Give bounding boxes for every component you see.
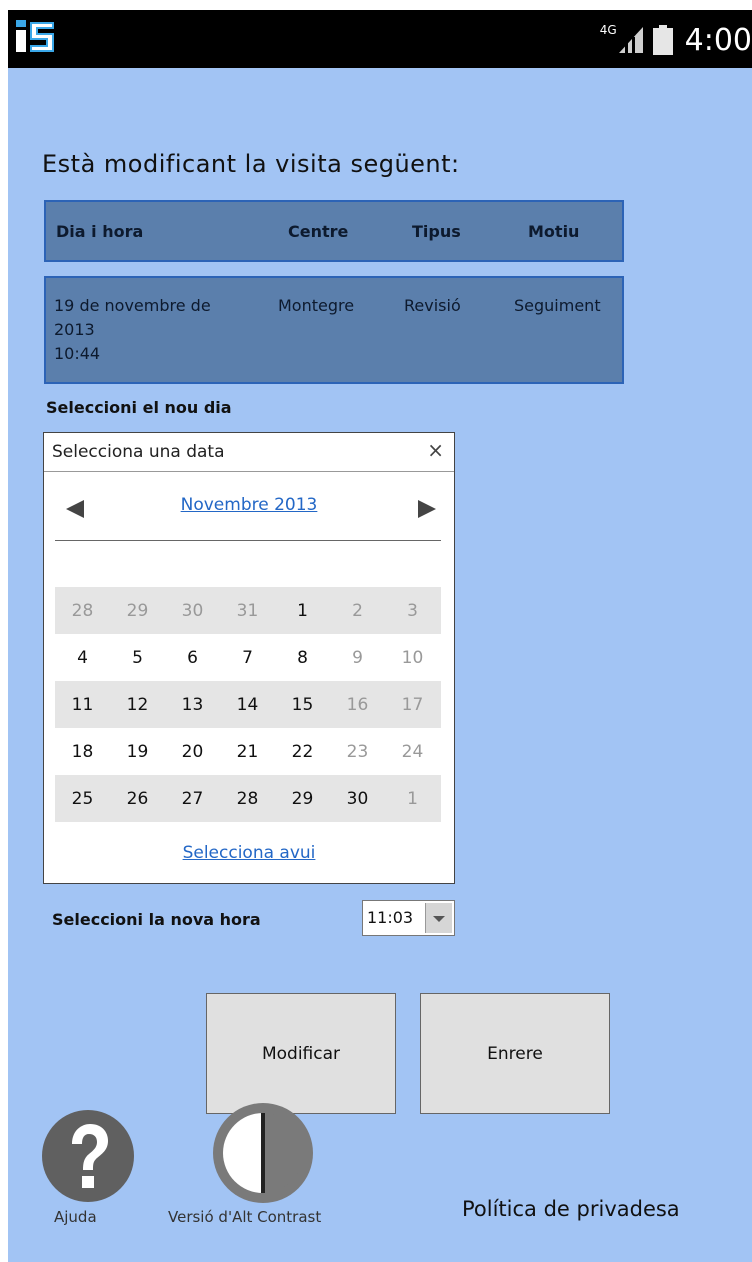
calendar-day[interactable]: 16: [330, 695, 385, 715]
calendar-grid: 28 29 30 31 1 2 3 4 5 6 7 8 9 10 11 12 1…: [55, 587, 441, 822]
cell-time: 10:44: [54, 344, 101, 363]
cell-date: 19 de novembre de 2013 10:44: [54, 294, 211, 366]
calendar-day[interactable]: 12: [110, 695, 165, 715]
page-heading: Està modificant la visita següent:: [42, 150, 460, 178]
calendar-day[interactable]: 28: [220, 789, 275, 809]
chevron-down-icon: [433, 916, 445, 922]
privacy-link[interactable]: Política de privadesa: [462, 1197, 680, 1221]
calendar-week: 28 29 30 31 1 2 3: [55, 587, 441, 634]
select-today-link[interactable]: Selecciona avui: [44, 843, 454, 863]
phone-screen: 4G 4:00 Està modificant la visita següen…: [8, 10, 752, 1262]
select-hour-label: Seleccioni la nova hora: [52, 910, 261, 929]
back-button[interactable]: Enrere: [420, 993, 610, 1114]
calendar-day[interactable]: 11: [55, 695, 110, 715]
header-centre: Centre: [288, 222, 349, 241]
calendar-day[interactable]: 2: [330, 601, 385, 621]
header-type: Tipus: [412, 222, 461, 241]
date-picker-title: Selecciona una data: [52, 442, 225, 462]
cell-date-line1: 19 de novembre de: [54, 296, 211, 315]
calendar-day[interactable]: 6: [165, 648, 220, 668]
month-link[interactable]: Novembre 2013: [44, 495, 454, 515]
calendar-day[interactable]: 13: [165, 695, 220, 715]
calendar-day[interactable]: 9: [330, 648, 385, 668]
calendar-week: 25 26 27 28 29 30 1: [55, 775, 441, 822]
status-bar: 4G 4:00: [8, 10, 752, 68]
calendar-week: 11 12 13 14 15 16 17: [55, 681, 441, 728]
header-reason: Motiu: [528, 222, 580, 241]
dropdown-button[interactable]: [425, 903, 452, 933]
calendar-week: 18 19 20 21 22 23 24: [55, 728, 441, 775]
visit-table-row: 19 de novembre de 2013 10:44 Montegre Re…: [44, 276, 624, 384]
date-picker-divider: [55, 540, 441, 541]
modify-button[interactable]: Modificar: [206, 993, 396, 1114]
calendar-day[interactable]: 5: [110, 648, 165, 668]
contrast-icon[interactable]: [213, 1103, 313, 1203]
calendar-day[interactable]: 18: [55, 742, 110, 762]
select-day-label: Seleccioni el nou dia: [46, 398, 232, 417]
calendar-day[interactable]: 1: [275, 601, 330, 621]
battery-icon: [652, 25, 673, 55]
help-label: Ajuda: [54, 1208, 97, 1226]
app-logo-icon: [14, 18, 56, 54]
calendar-day[interactable]: 7: [220, 648, 275, 668]
cell-reason: Seguiment: [514, 296, 601, 315]
calendar-day[interactable]: 3: [385, 601, 440, 621]
calendar-day[interactable]: 29: [275, 789, 330, 809]
contrast-label: Versió d'Alt Contrast: [168, 1208, 322, 1226]
close-icon[interactable]: ×: [427, 438, 444, 462]
clock: 4:00: [684, 22, 752, 58]
signal-icon: [618, 27, 643, 53]
calendar-day[interactable]: 22: [275, 742, 330, 762]
calendar-day[interactable]: 21: [220, 742, 275, 762]
cell-date-line2: 2013: [54, 320, 95, 339]
network-type: 4G: [599, 23, 617, 37]
calendar-day[interactable]: 15: [275, 695, 330, 715]
calendar-day[interactable]: 4: [55, 648, 110, 668]
calendar-day[interactable]: 8: [275, 648, 330, 668]
calendar-day[interactable]: 28: [55, 601, 110, 621]
calendar-day[interactable]: 30: [165, 601, 220, 621]
calendar-day[interactable]: 31: [220, 601, 275, 621]
calendar-day[interactable]: 10: [385, 648, 440, 668]
time-select[interactable]: 11:03: [362, 900, 455, 936]
visit-table-header: Dia i hora Centre Tipus Motiu: [44, 200, 624, 262]
calendar-day[interactable]: 24: [385, 742, 440, 762]
next-month-icon[interactable]: [416, 497, 440, 521]
date-picker: Selecciona una data × Novembre 2013 28 2…: [43, 432, 455, 884]
calendar-day[interactable]: 19: [110, 742, 165, 762]
calendar-day[interactable]: 1: [385, 789, 440, 809]
time-select-value: 11:03: [367, 908, 414, 927]
cell-centre: Montegre: [278, 296, 355, 315]
calendar-day[interactable]: 14: [220, 695, 275, 715]
calendar-day[interactable]: 26: [110, 789, 165, 809]
calendar-day[interactable]: 29: [110, 601, 165, 621]
cell-type: Revisió: [404, 296, 461, 315]
calendar-week: 4 5 6 7 8 9 10: [55, 634, 441, 681]
calendar-day[interactable]: 17: [385, 695, 440, 715]
calendar-day[interactable]: 30: [330, 789, 385, 809]
calendar-day[interactable]: 20: [165, 742, 220, 762]
header-date: Dia i hora: [56, 222, 144, 241]
date-picker-header: Selecciona una data ×: [44, 433, 454, 472]
calendar-day[interactable]: 23: [330, 742, 385, 762]
help-icon[interactable]: [42, 1110, 134, 1202]
calendar-day[interactable]: 25: [55, 789, 110, 809]
calendar-day[interactable]: 27: [165, 789, 220, 809]
